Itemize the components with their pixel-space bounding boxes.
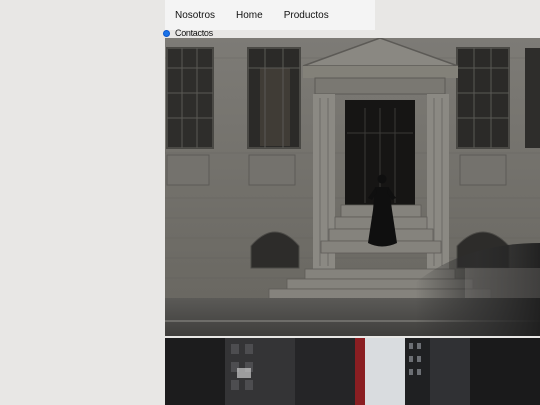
contactos-radio-option[interactable]: Contactos [163,28,213,38]
nav-link-productos[interactable]: Productos [284,10,329,21]
nav-link-nosotros[interactable]: Nosotros [175,10,215,21]
page: Nosotros Home Productos Contactos [0,0,540,405]
top-navigation: Nosotros Home Productos [165,0,375,30]
nav-link-home[interactable]: Home [236,10,263,21]
building-photo [165,38,540,336]
radio-button[interactable] [163,29,170,37]
city-street-photo [165,338,540,405]
radio-label: Contactos [175,28,213,38]
